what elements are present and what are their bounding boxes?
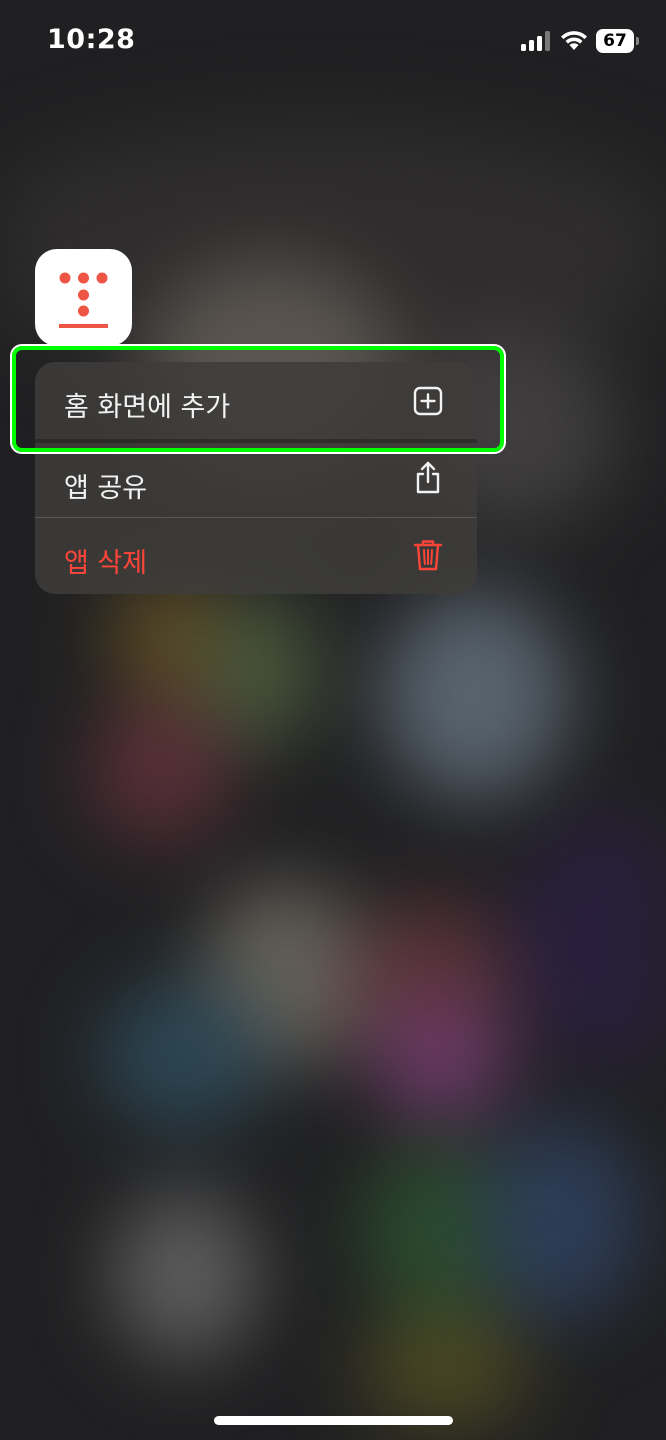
dot-matrix-app-icon (59, 272, 108, 328)
trash-icon (413, 540, 443, 571)
home-indicator[interactable] (214, 1416, 453, 1425)
menu-item-delete-app[interactable]: 앱 삭제 (35, 518, 477, 594)
status-time: 10:28 (47, 24, 136, 55)
wifi-icon (561, 31, 587, 50)
menu-item-share-app[interactable]: 앱 공유 (35, 443, 477, 520)
status-bar: 10:28 67 (0, 0, 666, 84)
highlight-box (10, 344, 506, 454)
menu-item-label: 앱 삭제 (64, 548, 148, 579)
home-screen-context-menu-view: 10:28 67 홈 화면에 추가 앱 공유 앱 삭제 (0, 0, 666, 1440)
menu-item-label: 앱 공유 (64, 473, 148, 504)
app-icon[interactable] (35, 249, 132, 346)
blurred-background (0, 0, 666, 1440)
battery-level: 67 (596, 29, 634, 53)
battery-indicator: 67 (596, 29, 640, 53)
cellular-signal-icon (521, 31, 550, 51)
share-icon (416, 461, 440, 494)
battery-tip (636, 37, 639, 45)
